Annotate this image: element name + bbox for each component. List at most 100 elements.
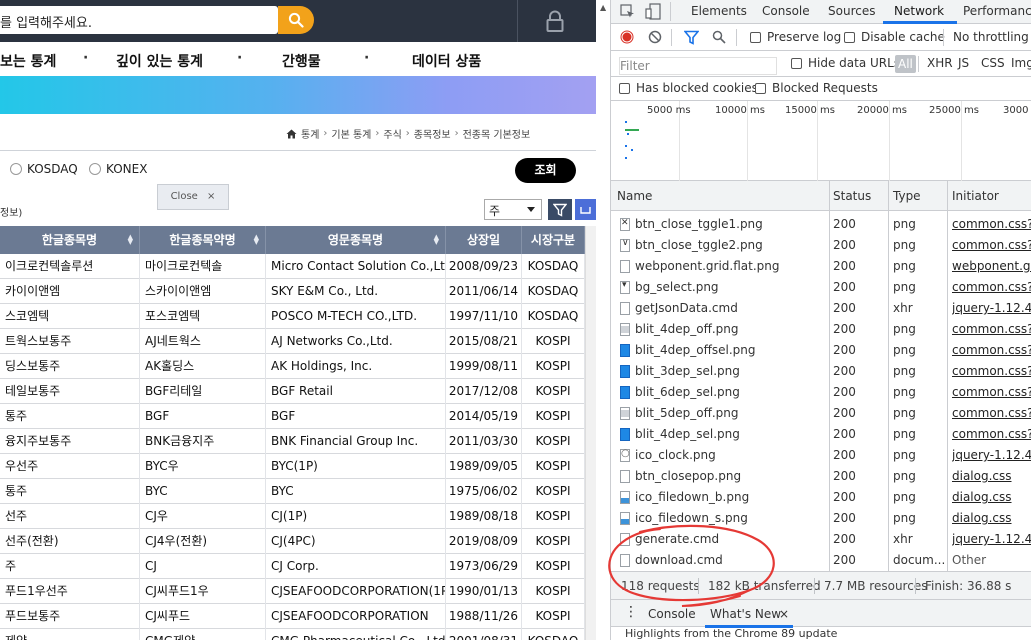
grid-column-header[interactable]: 영문종목명 ▲ ▼ xyxy=(266,226,446,254)
filter-icon[interactable] xyxy=(684,30,699,45)
close-icon[interactable]: × xyxy=(207,191,215,202)
breadcrumb-item[interactable]: 통계 xyxy=(301,126,319,141)
type-filter-img[interactable]: Img xyxy=(1011,56,1031,70)
request-row[interactable]: blit_6dep_sel.png 200 png common.css?v... xyxy=(611,382,1031,403)
table-row[interactable]: 이크로컨텍솔루션 마이크로컨텍솔 Micro Contact Solution Co… xyxy=(0,254,585,279)
nav-item-data-products[interactable]: 데이터 상품 xyxy=(412,51,481,71)
search-icon[interactable] xyxy=(712,30,726,44)
home-icon[interactable] xyxy=(286,129,297,139)
grid-scrollbar[interactable] xyxy=(585,226,596,640)
column-type[interactable]: Type xyxy=(893,189,921,203)
sort-icon[interactable]: ▲ ▼ xyxy=(128,234,133,246)
network-overview-timeline[interactable]: 5000 ms 10000 ms 15000 ms 20000 ms 25000 ms 3… xyxy=(611,101,1031,181)
request-initiator[interactable]: common.css?v... xyxy=(952,406,1031,420)
drawer-tab-console[interactable]: Console xyxy=(648,607,696,621)
blocked-requests-checkbox[interactable] xyxy=(755,83,766,94)
type-filter-js[interactable]: JS xyxy=(958,56,969,70)
lock-icon[interactable] xyxy=(545,10,565,32)
breadcrumb-item[interactable]: 주식 xyxy=(383,126,401,141)
column-initiator[interactable]: Initiator xyxy=(952,189,999,203)
request-initiator[interactable]: webponent.gri... xyxy=(952,259,1031,273)
table-row[interactable]: 통주 BGF BGF 2014/05/19 KOSPI xyxy=(0,404,585,429)
column-name[interactable]: Name xyxy=(617,189,652,203)
clear-icon[interactable] xyxy=(648,30,662,44)
request-row[interactable]: bg_select.png 200 png common.css?v... xyxy=(611,277,1031,298)
request-row[interactable]: blit_4dep_off.png 200 png common.css?v... xyxy=(611,319,1031,340)
request-row[interactable]: generate.cmd 200 xhr jquery-1.12.4.... xyxy=(611,529,1031,550)
device-toolbar-icon[interactable] xyxy=(645,3,661,20)
request-initiator[interactable]: common.css?v... xyxy=(952,280,1031,294)
type-filter-css[interactable]: CSS xyxy=(981,56,1005,70)
request-initiator[interactable]: dialog.css xyxy=(952,469,1031,483)
table-row[interactable]: 제약CMG제약CMG Pharmaceutical Co., Ltd.2001/… xyxy=(0,629,585,640)
request-initiator[interactable]: jquery-1.12.4.... xyxy=(952,532,1031,546)
column-status[interactable]: Status xyxy=(833,189,871,203)
table-row[interactable]: 통주 BYC BYC 1975/06/02 KOSPI xyxy=(0,479,585,504)
table-row[interactable]: 주 CJ CJ Corp. 1973/06/29 KOSPI xyxy=(0,554,585,579)
inquiry-button[interactable]: 조회 xyxy=(515,158,576,183)
table-row[interactable]: 푸드1우선주 CJ씨푸드1우 CJSEAFOODCORPORATION(1P) 199… xyxy=(0,579,585,604)
request-row[interactable]: ico_filedown_s.png 200 png dialog.css xyxy=(611,508,1031,529)
request-row[interactable]: btn_close_tggle1.png 200 png common.css?v..… xyxy=(611,214,1031,235)
type-filter-all[interactable]: All xyxy=(895,55,916,73)
sort-icon[interactable]: ▲ ▼ xyxy=(434,234,439,246)
request-row[interactable]: btn_closepop.png 200 png dialog.css xyxy=(611,466,1031,487)
request-initiator[interactable]: common.css?v... xyxy=(952,343,1031,357)
nav-item-in-depth-stats[interactable]: 깊이 있는 통계 xyxy=(116,51,203,71)
request-row[interactable]: btn_close_tggle2.png 200 png common.css?v..… xyxy=(611,235,1031,256)
request-initiator[interactable]: jquery-1.12.4.... xyxy=(952,448,1031,462)
grid-column-header[interactable]: 한글종목명 ▲ ▼ xyxy=(0,226,140,254)
search-input[interactable]: 를 입력해주세요. xyxy=(0,6,278,34)
table-row[interactable]: 딩스보통주 AK홀딩스 AK Holdings, Inc. 1999/08/11 KOS… xyxy=(0,354,585,379)
request-row[interactable]: download.cmd 200 docum... Other xyxy=(611,550,1031,571)
request-row[interactable]: webponent.grid.flat.png 200 png webponent.g… xyxy=(611,256,1031,277)
request-initiator[interactable]: jquery-1.12.4.... xyxy=(952,301,1031,315)
nav-item-publications[interactable]: 간행물 xyxy=(282,51,321,71)
request-initiator[interactable]: common.css?v... xyxy=(952,322,1031,336)
radio-konex[interactable] xyxy=(89,163,101,175)
table-row[interactable]: 선주 CJ우 CJ(1P) 1989/08/18 KOSPI xyxy=(0,504,585,529)
request-initiator[interactable]: common.css?v... xyxy=(952,217,1031,231)
breadcrumb-item[interactable]: 기본 통계 xyxy=(331,126,371,141)
table-row[interactable]: 스코엠텍 포스코엠텍 POSCO M-TECH CO.,LTD. 1997/11/10… xyxy=(0,304,585,329)
hide-data-urls-checkbox[interactable] xyxy=(791,58,802,69)
grid-filter-button[interactable] xyxy=(548,199,572,220)
request-initiator[interactable]: common.css?v... xyxy=(952,364,1031,378)
disable-cache-checkbox[interactable] xyxy=(844,32,855,43)
request-initiator[interactable]: common.css?v... xyxy=(952,427,1031,441)
tab-console[interactable]: Console xyxy=(762,4,810,18)
request-row[interactable]: ico_clock.png 200 png jquery-1.12.4.... xyxy=(611,445,1031,466)
export-button[interactable] xyxy=(575,199,596,220)
network-filter-input[interactable]: Filter xyxy=(619,57,777,75)
has-blocked-cookies-checkbox[interactable] xyxy=(619,83,630,94)
throttling-select[interactable]: No throttling xyxy=(953,30,1029,44)
scroll-up-icon[interactable]: ▲ xyxy=(600,3,606,12)
table-row[interactable]: 융지주보통주 BNK금융지주 BNK Financial Group Inc. 201… xyxy=(0,429,585,454)
grid-column-header[interactable]: 시장구분 xyxy=(522,226,585,254)
request-initiator[interactable]: common.css?v... xyxy=(952,238,1031,252)
radio-kosdaq[interactable] xyxy=(10,163,22,175)
record-icon[interactable] xyxy=(620,30,634,44)
nav-item-basic-stats[interactable]: 보는 통계 xyxy=(0,51,56,71)
request-initiator[interactable]: dialog.css xyxy=(952,511,1031,525)
unit-select[interactable]: 주 xyxy=(484,199,542,220)
tab-sources[interactable]: Sources xyxy=(828,4,875,18)
request-row[interactable]: ico_filedown_b.png 200 png dialog.css xyxy=(611,487,1031,508)
table-row[interactable]: 카이이앤엠 스카이이앤엠 SKY E&M Co., Ltd. 2011/06/14 KO… xyxy=(0,279,585,304)
type-filter-xhr[interactable]: XHR xyxy=(927,56,953,70)
breadcrumb-item[interactable]: 종목정보 xyxy=(414,126,451,141)
table-row[interactable]: 우선주 BYC우 BYC(1P) 1989/09/05 KOSPI xyxy=(0,454,585,479)
request-row[interactable]: blit_5dep_off.png 200 png common.css?v... xyxy=(611,403,1031,424)
request-row[interactable]: blit_4dep_offsel.png 200 png common.css?v..… xyxy=(611,340,1031,361)
sort-icon[interactable]: ▲ ▼ xyxy=(254,234,259,246)
tab-elements[interactable]: Elements xyxy=(691,4,747,18)
tab-network[interactable]: Network xyxy=(894,4,944,18)
request-row[interactable]: blit_3dep_sel.png 200 png common.css?v... xyxy=(611,361,1031,382)
search-button[interactable] xyxy=(278,6,314,34)
inspect-element-icon[interactable] xyxy=(620,4,635,19)
close-tooltip-tab[interactable]: Close × xyxy=(157,184,229,210)
grid-column-header[interactable]: 상장일 xyxy=(446,226,522,254)
drawer-tab-whats-new[interactable]: What's New xyxy=(710,607,781,621)
request-row[interactable]: getJsonData.cmd 200 xhr jquery-1.12.4.... xyxy=(611,298,1031,319)
request-initiator[interactable]: dialog.css xyxy=(952,490,1031,504)
